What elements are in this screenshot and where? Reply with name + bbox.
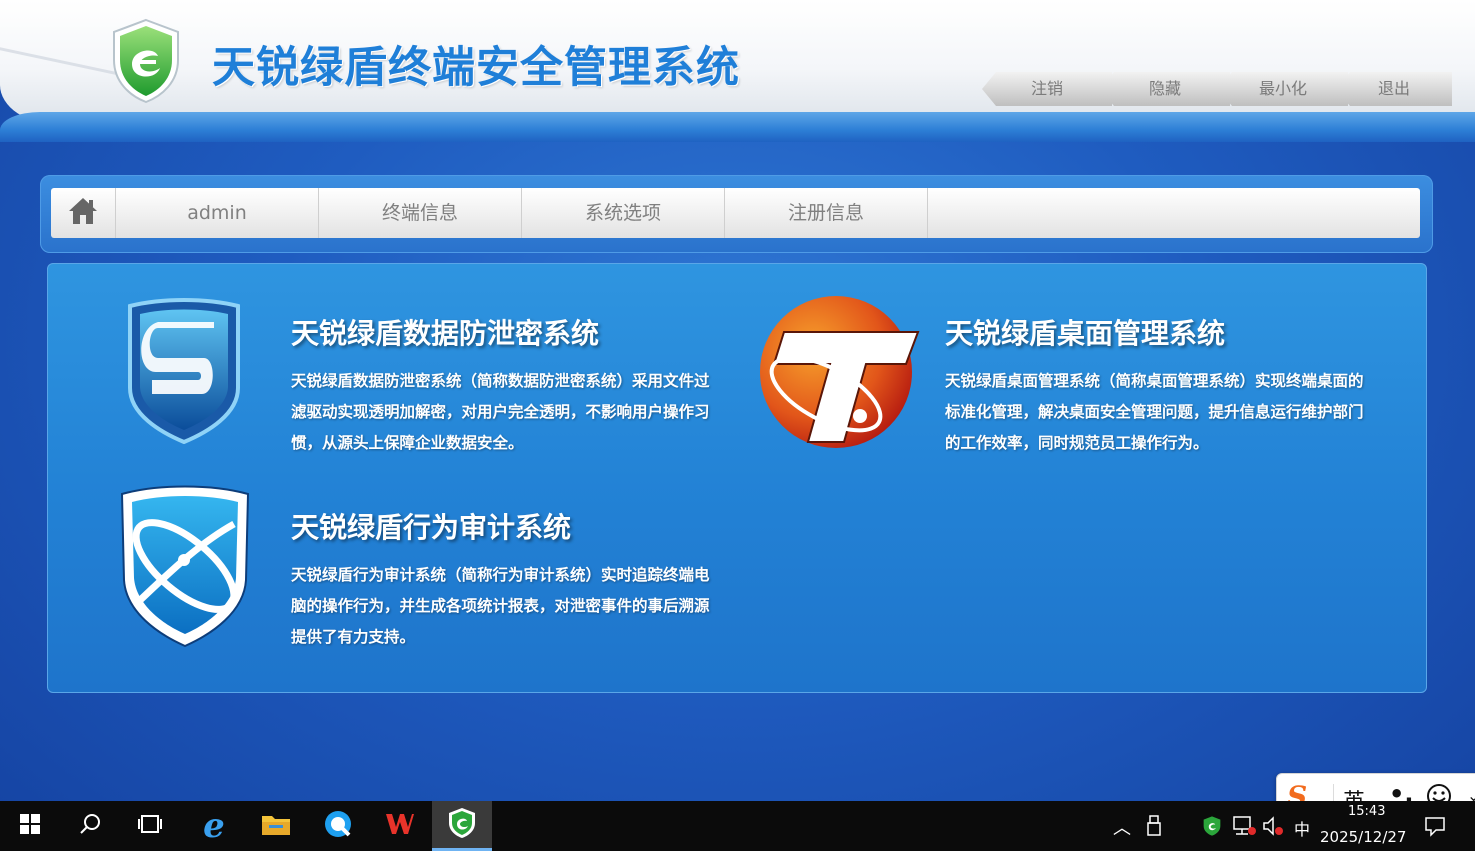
internet-explorer-icon: e xyxy=(203,806,225,846)
task-view-icon xyxy=(138,814,162,838)
hide-button[interactable]: 隐藏 xyxy=(1100,72,1230,106)
volume-icon[interactable] xyxy=(1262,815,1286,841)
search-icon xyxy=(79,813,101,839)
logout-button[interactable]: 注销 xyxy=(982,72,1112,106)
green-shield-logo-icon xyxy=(110,18,182,104)
nav-item-system-options[interactable]: 系统选项 xyxy=(522,188,725,238)
windows-logo-icon xyxy=(20,814,40,838)
green-shield-tray-icon[interactable] xyxy=(1203,815,1221,841)
home-icon xyxy=(67,195,99,231)
search-button[interactable] xyxy=(60,801,120,851)
taskbar-app-lvdun[interactable] xyxy=(432,801,492,851)
minimize-button[interactable]: 最小化 xyxy=(1218,72,1348,106)
shield-orbit-icon[interactable] xyxy=(118,484,252,652)
product-card-desktop: 天锐绿盾桌面管理系统 天锐绿盾桌面管理系统（简称桌面管理系统）实现终端桌面的标准… xyxy=(945,312,1375,459)
network-icon[interactable] xyxy=(1232,815,1256,841)
taskbar-app-wps[interactable] xyxy=(370,801,430,851)
product-title[interactable]: 天锐绿盾行为审计系统 xyxy=(291,506,721,546)
product-title[interactable]: 天锐绿盾桌面管理系统 xyxy=(945,312,1375,352)
taskbar: e ︿ 中 15:43 2025/12/27 xyxy=(0,801,1475,851)
task-view-button[interactable] xyxy=(120,801,180,851)
home-button[interactable] xyxy=(51,188,116,238)
product-description: 天锐绿盾桌面管理系统（简称桌面管理系统）实现终端桌面的标准化管理，解决桌面安全管… xyxy=(945,372,1364,452)
window-button-group: 注销 隐藏 最小化 退出 xyxy=(982,72,1452,108)
product-description: 天锐绿盾数据防泄密系统（简称数据防泄密系统）采用文件过滤驱动实现透明加解密，对用… xyxy=(291,372,710,452)
product-title[interactable]: 天锐绿盾数据防泄密系统 xyxy=(291,312,721,352)
nav-item-admin[interactable]: admin xyxy=(116,188,319,238)
exit-button[interactable]: 退出 xyxy=(1336,72,1452,106)
notification-icon[interactable] xyxy=(1424,815,1446,841)
wps-icon xyxy=(385,811,415,841)
usb-icon[interactable] xyxy=(1146,815,1162,841)
ime-language-indicator[interactable]: 中 xyxy=(1294,816,1310,840)
chevron-up-icon[interactable]: ︿ xyxy=(1113,814,1131,840)
taskbar-app-explorer[interactable] xyxy=(246,801,306,851)
orange-t-icon[interactable] xyxy=(756,294,920,454)
start-button[interactable] xyxy=(0,801,60,851)
header-band xyxy=(0,112,1475,142)
green-shield-icon xyxy=(448,807,476,843)
product-card-dlp: 天锐绿盾数据防泄密系统 天锐绿盾数据防泄密系统（简称数据防泄密系统）采用文件过滤… xyxy=(291,312,721,459)
taskbar-app-ie[interactable]: e xyxy=(184,801,244,851)
shield-s-icon[interactable] xyxy=(122,298,246,448)
clock-date[interactable]: 2025/12/27 xyxy=(1320,828,1406,846)
q-browser-icon xyxy=(323,809,353,843)
nav-item-terminal-info[interactable]: 终端信息 xyxy=(319,188,522,238)
nav-item-registration-info[interactable]: 注册信息 xyxy=(725,188,928,238)
clock-time[interactable]: 15:43 xyxy=(1348,804,1385,819)
nav-bar: admin 终端信息 系统选项 注册信息 xyxy=(51,188,1420,238)
app-title: 天锐绿盾终端安全管理系统 xyxy=(212,43,740,93)
folder-icon xyxy=(261,812,291,840)
taskbar-app-browser[interactable] xyxy=(308,801,368,851)
product-description: 天锐绿盾行为审计系统（简称行为审计系统）实时追踪终端电脑的操作行为，并生成各项统… xyxy=(291,566,710,646)
product-card-audit: 天锐绿盾行为审计系统 天锐绿盾行为审计系统（简称行为审计系统）实时追踪终端电脑的… xyxy=(291,506,721,653)
